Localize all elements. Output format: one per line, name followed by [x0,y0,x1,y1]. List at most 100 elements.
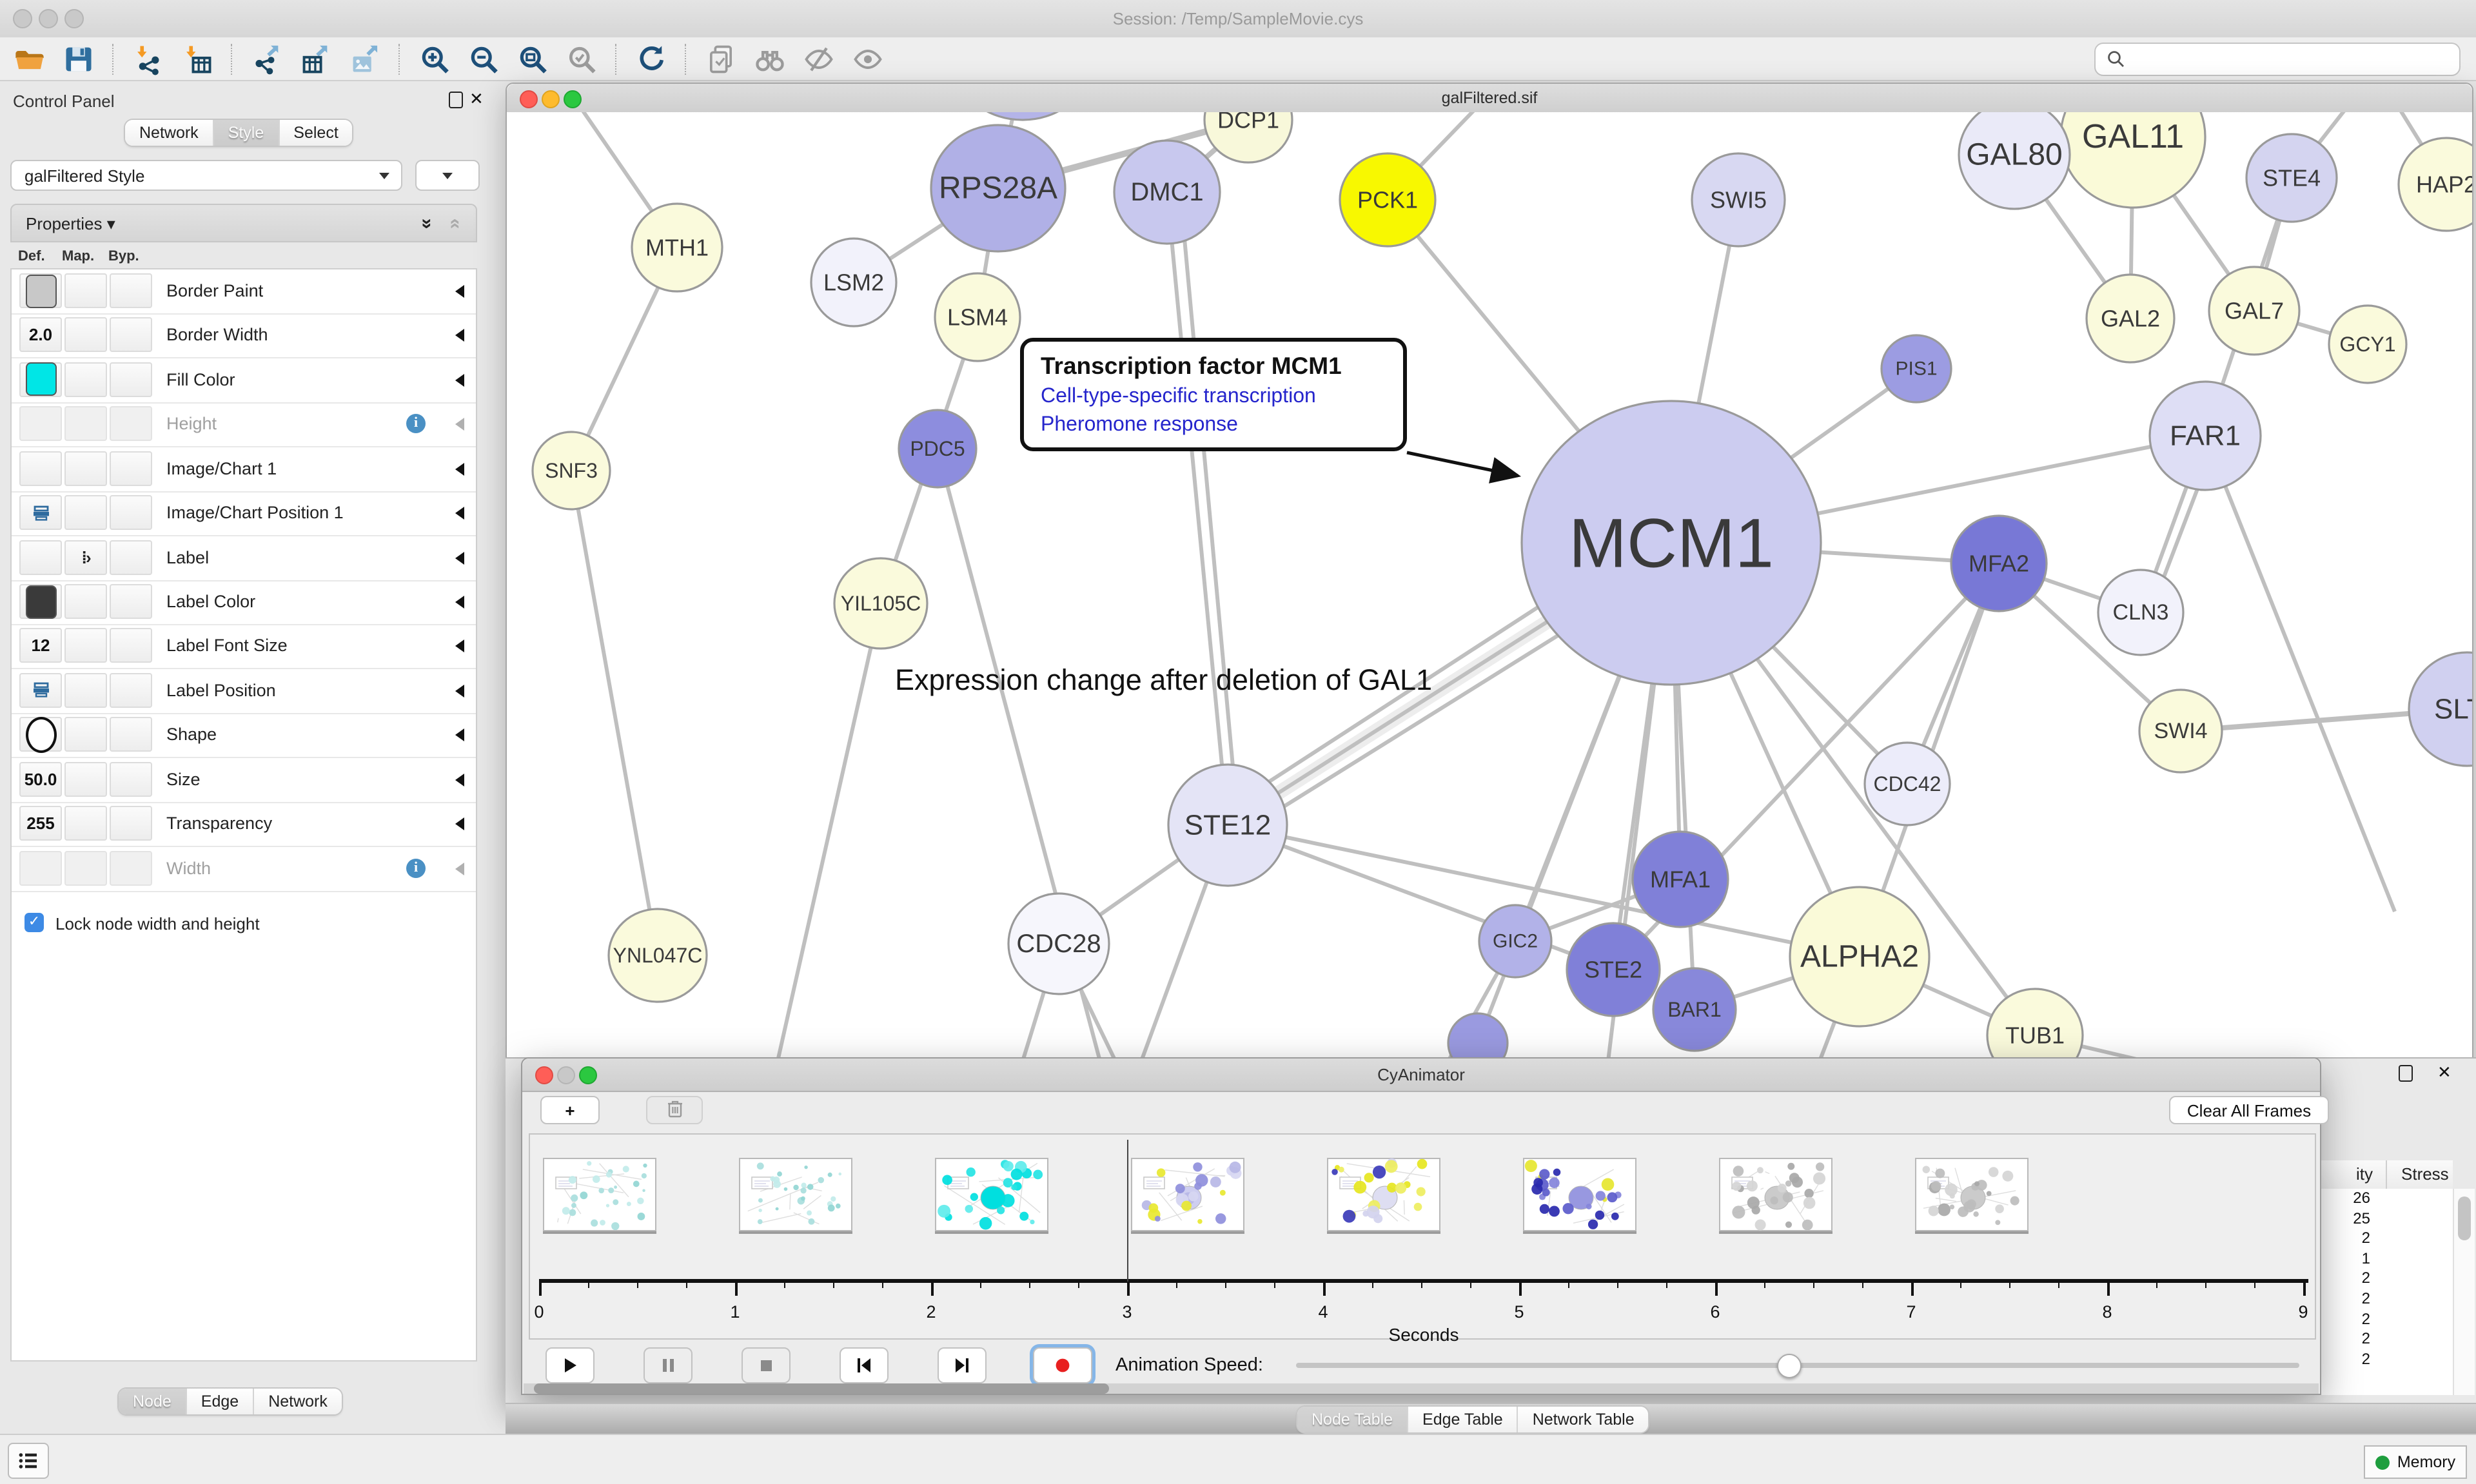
byp-cell[interactable] [110,318,152,353]
stress-table-header[interactable]: ity Stress [2321,1160,2453,1190]
def-cell[interactable] [19,540,62,574]
frame-thumbnail-0[interactable] [543,1158,656,1231]
property-row-image-chart-1[interactable]: Image/Chart 1 [12,447,476,492]
property-row-transparency[interactable]: 255Transparency [12,802,476,847]
property-row-height[interactable]: Heighti [12,403,476,448]
tab-network-table[interactable]: Network Table [1518,1407,1649,1432]
property-row-image-chart-position-1[interactable]: Image/Chart Position 1 [12,491,476,536]
tab-network[interactable]: Network [125,120,214,146]
default-swatch[interactable] [25,274,56,308]
collapse-arrow-icon[interactable] [455,685,464,698]
def-cell[interactable] [19,850,62,885]
float-panel-icon[interactable] [2399,1065,2413,1082]
def-cell[interactable] [19,273,62,308]
skip-to-start-button[interactable] [840,1347,889,1383]
default-value[interactable]: 50.0 [25,769,57,788]
map-cell[interactable] [64,495,107,530]
search-input[interactable] [2132,49,2459,70]
byp-cell[interactable] [110,850,152,885]
collapse-arrow-icon[interactable] [455,507,464,520]
default-swatch[interactable] [25,585,56,618]
map-cell[interactable] [64,850,107,885]
byp-cell[interactable] [110,673,152,708]
info-icon[interactable]: i [406,415,426,434]
record-button[interactable] [1033,1347,1092,1383]
tab-select[interactable]: Select [279,120,353,146]
expand-all-icon[interactable]: » [416,219,438,229]
map-cell[interactable]: ⁞› [64,540,107,574]
byp-cell[interactable] [110,273,152,308]
stop-button[interactable] [742,1347,791,1383]
collapse-arrow-icon[interactable] [455,817,464,830]
property-row-border-paint[interactable]: Border Paint [12,269,476,315]
frame-thumbnail-5[interactable] [1523,1158,1636,1231]
import-network-icon[interactable] [129,39,168,78]
def-cell[interactable] [19,718,62,752]
properties-header[interactable]: Properties ▾ » « [10,204,477,242]
frame-thumbnail-2[interactable] [935,1158,1048,1231]
property-row-border-width[interactable]: 2.0Border Width [12,314,476,359]
map-cell[interactable] [64,273,107,308]
property-row-shape[interactable]: Shape [12,714,476,759]
column-stress[interactable]: Stress [2401,1164,2449,1184]
map-cell[interactable] [64,629,107,663]
frame-thumbnail-4[interactable] [1327,1158,1440,1231]
collapse-arrow-icon[interactable] [455,729,464,742]
stress-table-row[interactable]: 2 [2321,1229,2453,1249]
def-cell[interactable]: 2.0 [19,318,62,353]
byp-cell[interactable] [110,495,152,530]
collapse-arrow-icon[interactable] [455,418,464,431]
def-cell[interactable] [19,584,62,619]
stress-table-body[interactable]: 26252122222 [2321,1189,2453,1395]
import-table-icon[interactable] [178,39,217,78]
map-cell[interactable] [64,718,107,752]
frame-thumbnail-7[interactable] [1915,1158,2029,1231]
style-selector[interactable]: galFiltered Style [10,160,402,191]
map-cell[interactable] [64,451,107,485]
save-session-icon[interactable] [59,39,98,78]
lock-checkbox[interactable]: ✓ [25,913,44,932]
timeline-panel[interactable]: 0123456789Seconds [529,1133,2316,1340]
byp-cell[interactable] [110,629,152,663]
scrollbar-thumb[interactable] [2457,1196,2470,1240]
shape-ellipse-icon[interactable] [25,717,56,753]
skip-to-end-button[interactable] [938,1347,987,1383]
collapse-arrow-icon[interactable] [455,374,464,387]
delete-frame-button[interactable] [646,1096,703,1124]
playhead[interactable] [1127,1140,1128,1282]
stress-table-row[interactable]: 25 [2321,1209,2453,1229]
map-cell[interactable] [64,761,107,796]
property-row-label-color[interactable]: Label Color [12,580,476,625]
map-cell[interactable] [64,673,107,708]
mapping-icon[interactable]: ⁞› [81,547,90,567]
show-panels-button[interactable] [8,1443,49,1479]
def-cell[interactable]: 12 [19,629,62,663]
tab-edge-table[interactable]: Edge Table [1408,1407,1518,1432]
collapse-arrow-icon[interactable] [455,551,464,564]
def-cell[interactable] [19,495,62,530]
frame-thumbnail-3[interactable] [1131,1158,1244,1231]
def-cell[interactable] [19,407,62,442]
map-cell[interactable] [64,806,107,841]
property-row-label[interactable]: ⁞›Label [12,536,476,581]
annotation-link-1[interactable]: Cell-type-specific transcription [1041,386,1386,409]
byp-cell[interactable] [110,584,152,619]
speed-slider-thumb[interactable] [1777,1354,1802,1378]
def-cell[interactable]: 50.0 [19,761,62,796]
byp-cell[interactable] [110,451,152,485]
stress-table-row[interactable]: 2 [2321,1309,2453,1329]
default-swatch[interactable] [25,363,56,396]
collapse-arrow-icon[interactable] [455,462,464,475]
network-window-titlebar[interactable]: galFiltered.sif [507,84,2472,113]
zoom-out-icon[interactable] [464,39,503,78]
show-panel-icon[interactable] [849,39,887,78]
stress-table-row[interactable]: 26 [2321,1189,2453,1209]
property-row-fill-color[interactable]: Fill Color [12,358,476,404]
open-session-icon[interactable] [10,39,49,78]
table-scrollbar[interactable] [2453,1189,2475,1395]
clear-all-frames-button[interactable]: Clear All Frames [2169,1096,2329,1124]
property-row-label-font-size[interactable]: 12Label Font Size [12,625,476,670]
stress-table-row[interactable]: 2 [2321,1350,2453,1370]
byp-cell[interactable] [110,761,152,796]
map-cell[interactable] [64,407,107,442]
